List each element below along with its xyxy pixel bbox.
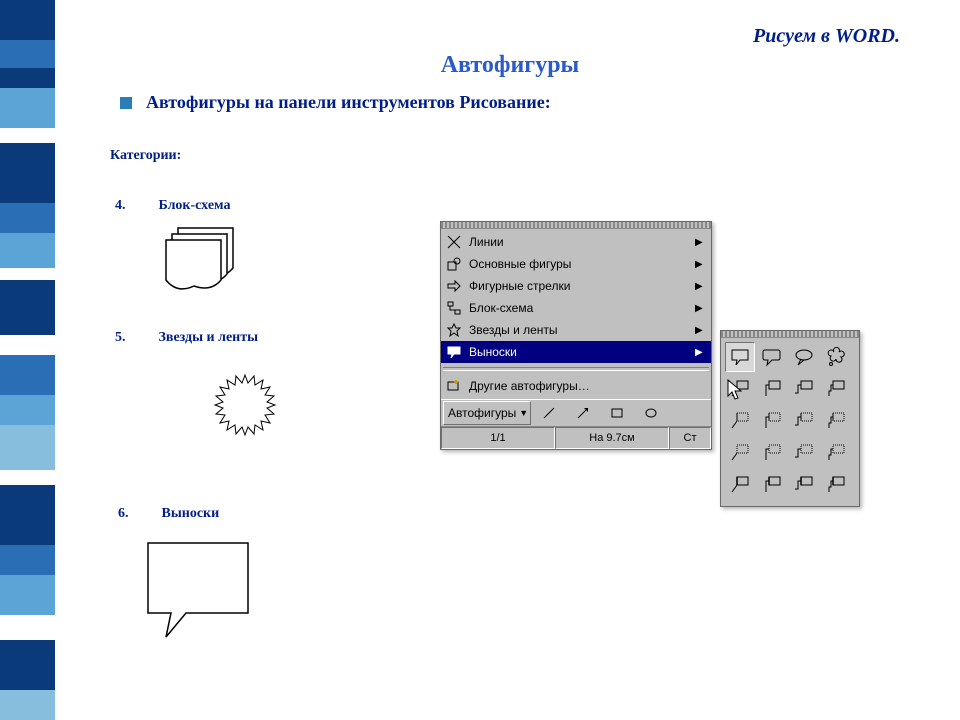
basic-shapes-icon [445, 255, 463, 273]
side-decoration [0, 0, 55, 720]
status-page: 1/1 [441, 427, 555, 449]
categories-label: Категории: [110, 148, 181, 164]
menu-item-block-arrows[interactable]: Фигурные стрелки ▶ [441, 275, 711, 297]
drawing-toolbar: Автофигуры▼ [441, 399, 711, 426]
submenu-arrow-icon: ▶ [695, 325, 705, 336]
callout-shape-icon [140, 535, 260, 650]
callout-line-3[interactable] [789, 374, 819, 404]
callout-cloud-speech[interactable] [821, 342, 851, 372]
item-number: 4. [115, 198, 155, 214]
block-arrows-icon [445, 277, 463, 295]
callout-border-4[interactable] [821, 438, 851, 468]
bullet-icon [120, 97, 132, 109]
list-item-6: 6. Выноски [118, 506, 219, 522]
more-shapes-icon [445, 377, 463, 395]
submenu-arrow-icon: ▶ [695, 303, 705, 314]
menu-grip[interactable] [441, 222, 711, 229]
menu-item-more-shapes[interactable]: Другие автофигуры… [441, 375, 711, 397]
callout-border-accent-4[interactable] [821, 470, 851, 500]
menu-item-stars[interactable]: Звезды и ленты ▶ [441, 319, 711, 341]
callout-border-2[interactable] [757, 438, 787, 468]
stars-icon [445, 321, 463, 339]
callout-accent-4[interactable] [821, 406, 851, 436]
autoshapes-dropdown[interactable]: Автофигуры▼ [443, 401, 531, 425]
callout-border-accent-3[interactable] [789, 470, 819, 500]
lines-icon [445, 233, 463, 251]
callout-line-1[interactable] [725, 374, 755, 404]
status-column: Ст [669, 427, 711, 449]
menu-separator [443, 367, 709, 371]
status-bar: 1/1 На 9.7см Ст [441, 426, 711, 449]
callout-border-accent-2[interactable] [757, 470, 787, 500]
callout-rect-speech[interactable] [725, 342, 755, 372]
callouts-palette [720, 330, 860, 507]
flowchart-icon [445, 299, 463, 317]
autoshapes-menu: Линии ▶ Основные фигуры ▶ Фигурные стрел… [440, 221, 712, 450]
callout-border-1[interactable] [725, 438, 755, 468]
callout-round-speech[interactable] [757, 342, 787, 372]
item-number: 6. [118, 506, 158, 522]
chevron-down-icon: ▼ [519, 408, 528, 418]
oval-tool-button[interactable] [635, 401, 667, 425]
item-label: Блок-схема [159, 198, 231, 213]
flowchart-shape-icon [150, 220, 250, 305]
callout-border-3[interactable] [789, 438, 819, 468]
callout-line-2[interactable] [757, 374, 787, 404]
callout-accent-1[interactable] [725, 406, 755, 436]
callout-accent-3[interactable] [789, 406, 819, 436]
palette-grip[interactable] [721, 331, 859, 338]
rectangle-tool-button[interactable] [601, 401, 633, 425]
bullet-text: Автофигуры на панели инструментов Рисова… [146, 92, 551, 113]
callout-oval-speech[interactable] [789, 342, 819, 372]
item-number: 5. [115, 330, 155, 346]
status-position: На 9.7см [555, 427, 669, 449]
item-label: Звезды и ленты [159, 330, 259, 345]
menu-item-flowchart[interactable]: Блок-схема ▶ [441, 297, 711, 319]
list-item-5: 5. Звезды и ленты [115, 330, 258, 346]
kicker-text: Рисуем в WORD. [65, 25, 900, 48]
menu-item-lines[interactable]: Линии ▶ [441, 231, 711, 253]
bullet-heading: Автофигуры на панели инструментов Рисова… [120, 92, 551, 113]
callouts-icon [445, 343, 463, 361]
page-title: Автофигуры [65, 52, 955, 79]
submenu-arrow-icon: ▶ [695, 347, 705, 358]
arrow-tool-button[interactable] [567, 401, 599, 425]
list-item-4: 4. Блок-схема [115, 198, 231, 214]
line-tool-button[interactable] [533, 401, 565, 425]
menu-item-basic-shapes[interactable]: Основные фигуры ▶ [441, 253, 711, 275]
submenu-arrow-icon: ▶ [695, 259, 705, 270]
callout-border-accent-1[interactable] [725, 470, 755, 500]
submenu-arrow-icon: ▶ [695, 237, 705, 248]
star-shape-icon [185, 360, 305, 485]
callout-accent-2[interactable] [757, 406, 787, 436]
callout-line-4[interactable] [821, 374, 851, 404]
submenu-arrow-icon: ▶ [695, 281, 705, 292]
menu-item-callouts[interactable]: Выноски ▶ [441, 341, 711, 363]
item-label: Выноски [162, 506, 220, 521]
